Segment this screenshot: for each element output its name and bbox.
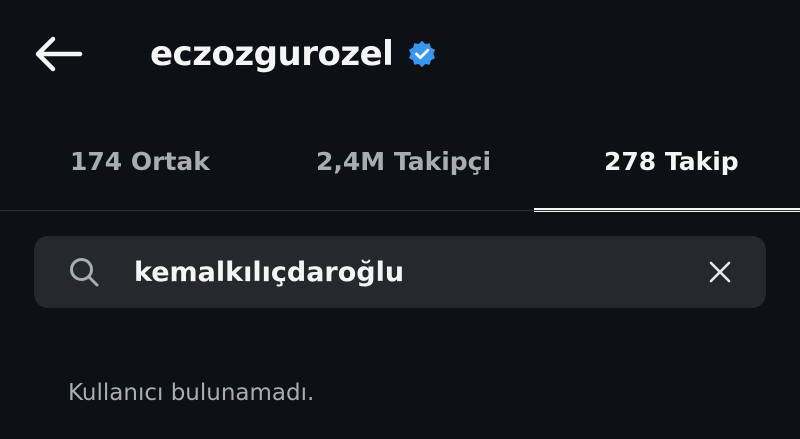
tab-following[interactable]: 278 Takip <box>534 112 800 212</box>
follow-tabs: 174 Ortak 2,4M Takipçi 278 Takip <box>0 112 800 212</box>
close-icon <box>709 261 731 283</box>
username-title: eczozgurozel <box>150 34 394 74</box>
search-icon <box>70 258 99 287</box>
no-results-message: Kullanıcı bulunamadı. <box>68 380 315 406</box>
back-button[interactable] <box>30 30 86 78</box>
tab-mutual[interactable]: 174 Ortak <box>0 112 270 210</box>
verified-badge-icon <box>407 39 437 69</box>
tab-followers[interactable]: 2,4M Takipçi <box>270 112 534 210</box>
top-bar: eczozgurozel <box>0 0 800 108</box>
profile-title: eczozgurozel <box>150 28 437 80</box>
clear-search-button[interactable] <box>702 254 738 290</box>
search-input[interactable] <box>134 248 694 296</box>
search-bar <box>34 236 766 308</box>
tabs-divider <box>0 210 800 211</box>
arrow-left-icon <box>35 36 83 72</box>
